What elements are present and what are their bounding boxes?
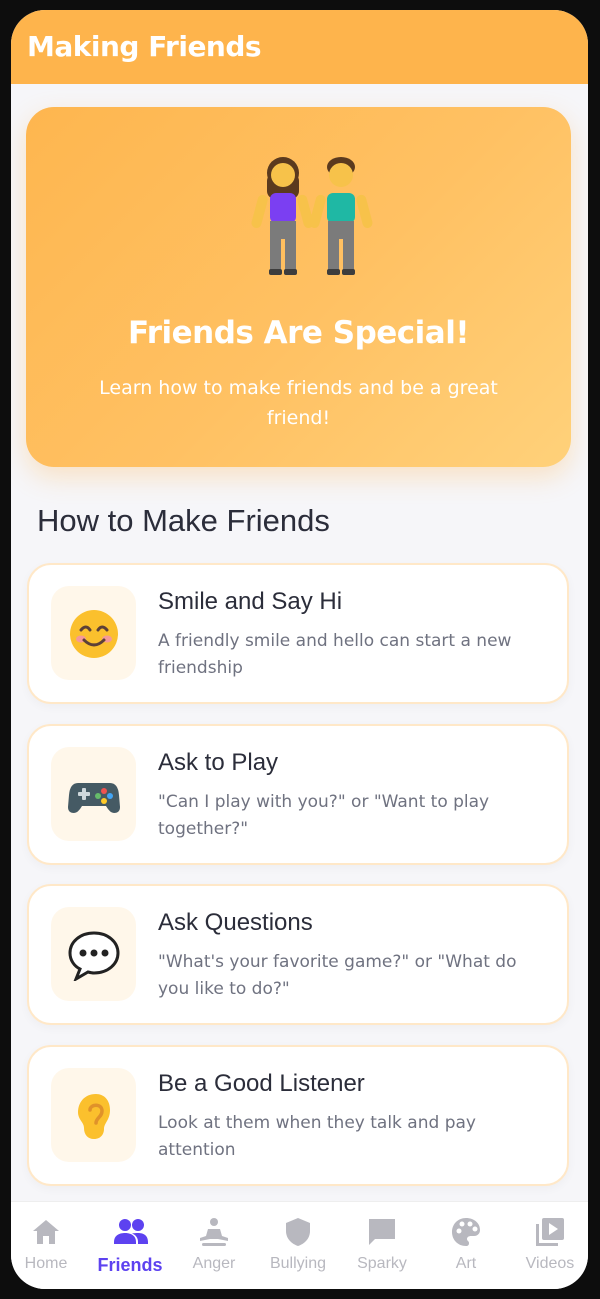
- hero-title: Friends Are Special!: [128, 315, 469, 351]
- card-icon-box: [51, 747, 136, 841]
- nav-item-friends[interactable]: Friends: [90, 1202, 170, 1289]
- tip-card-smile[interactable]: Smile and Say Hi A friendly smile and he…: [27, 563, 569, 704]
- nav-label: Home: [24, 1255, 68, 1272]
- two-friends-icon: [251, 157, 373, 275]
- smiling-face-icon: [70, 610, 118, 658]
- app-header: Making Friends: [11, 10, 588, 84]
- card-icon-box: [51, 907, 136, 1001]
- ear-icon: [78, 1094, 110, 1139]
- nav-item-anger[interactable]: Anger: [174, 1202, 254, 1289]
- speech-bubble-icon: [68, 931, 120, 981]
- hero-banner: Friends Are Special! Learn how to make f…: [26, 107, 571, 467]
- card-title: Be a Good Listener: [158, 1070, 365, 1097]
- palette-icon: [452, 1218, 480, 1246]
- card-description: Look at them when they talk and pay atte…: [158, 1113, 476, 1160]
- chat-icon: [369, 1219, 395, 1245]
- game-controller-icon: [68, 783, 120, 813]
- tip-card-good-listener[interactable]: Be a Good Listener Look at them when the…: [27, 1045, 569, 1186]
- page-title: Making Friends: [27, 30, 262, 63]
- tip-card-ask-to-play[interactable]: Ask to Play "Can I play with you?" or "W…: [27, 724, 569, 865]
- nav-item-videos[interactable]: Videos: [510, 1202, 588, 1289]
- card-title: Ask to Play: [158, 749, 279, 776]
- card-title: Smile and Say Hi: [158, 588, 343, 615]
- nav-item-bullying[interactable]: Bullying: [258, 1202, 338, 1289]
- hero-subtitle: Learn how to make friends and be a great…: [99, 377, 498, 429]
- meditation-icon: [200, 1218, 228, 1246]
- nav-item-home[interactable]: Home: [11, 1202, 86, 1289]
- home-icon: [33, 1220, 59, 1244]
- card-icon-box: [51, 586, 136, 680]
- bottom-navigation: Home Friends Anger Bullying Sparky Art V…: [11, 1201, 588, 1289]
- card-icon-box: [51, 1068, 136, 1162]
- video-library-icon: [536, 1218, 564, 1246]
- nav-item-art[interactable]: Art: [426, 1202, 506, 1289]
- tip-card-ask-questions[interactable]: Ask Questions "What's your favorite game…: [27, 884, 569, 1025]
- nav-label: Art: [455, 1255, 477, 1272]
- phone-frame: Making Friends Friends Are Special! Lear…: [11, 10, 588, 1289]
- nav-label: Bullying: [269, 1255, 327, 1272]
- nav-item-sparky[interactable]: Sparky: [342, 1202, 422, 1289]
- people-icon: [114, 1219, 148, 1244]
- nav-label: Anger: [192, 1255, 236, 1272]
- card-description: "Can I play with you?" or "Want to play …: [158, 792, 490, 839]
- nav-label: Sparky: [357, 1255, 407, 1272]
- section-title: How to Make Friends: [37, 503, 330, 538]
- card-description: A friendly smile and hello can start a n…: [158, 631, 512, 678]
- shield-icon: [286, 1218, 310, 1246]
- card-title: Ask Questions: [158, 909, 313, 936]
- nav-label: Videos: [525, 1255, 575, 1272]
- nav-label: Friends: [97, 1255, 163, 1275]
- card-description: "What's your favorite game?" or "What do…: [158, 952, 517, 999]
